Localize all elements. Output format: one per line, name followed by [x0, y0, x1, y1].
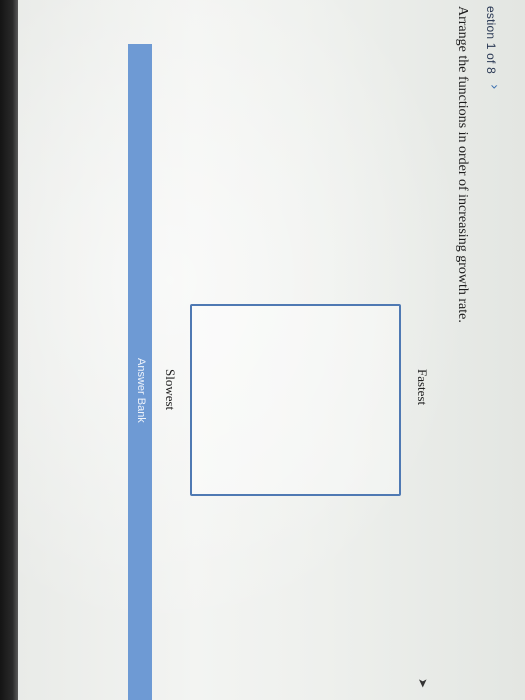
question-counter: estion 1 of 8 — [484, 6, 498, 74]
fastest-label: Fastest — [415, 369, 430, 406]
screen: estion 1 of 8 › Arrange the functions in… — [18, 0, 525, 700]
ranking-drop-zone[interactable] — [190, 304, 401, 496]
question-nav: estion 1 of 8 › — [478, 0, 508, 700]
answer-bank-header[interactable]: Answer Bank — [128, 44, 152, 700]
assessment-page: estion 1 of 8 › Arrange the functions in… — [18, 0, 508, 700]
question-prompt: Arrange the functions in order of increa… — [455, 6, 470, 323]
answer-bank-label: Answer Bank — [135, 358, 147, 423]
next-question-chevron-icon[interactable]: › — [486, 84, 502, 90]
monitor-bezel — [0, 0, 18, 700]
slowest-label: Slowest — [163, 369, 178, 411]
mouse-cursor-icon: ➤ — [416, 678, 430, 689]
